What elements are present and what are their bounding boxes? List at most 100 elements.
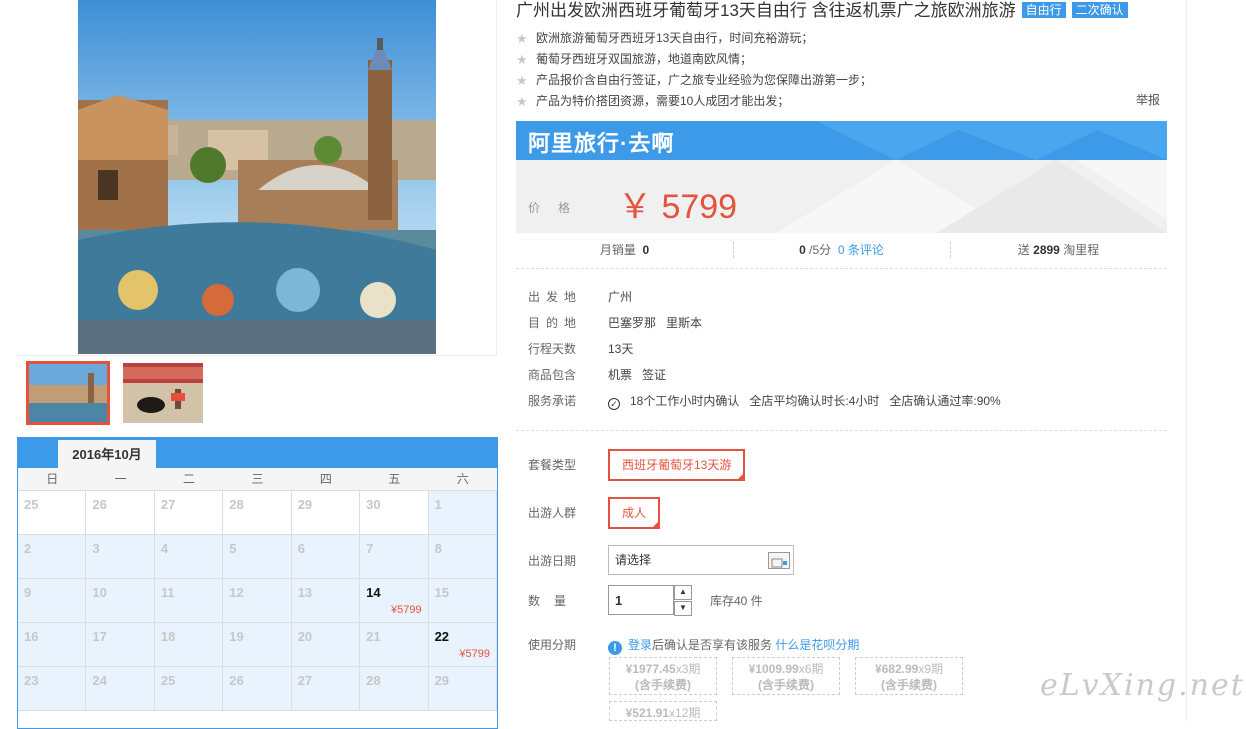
day-number: 16 [24, 629, 39, 644]
info-label: 服务承诺 [528, 394, 577, 408]
calendar-month-tab[interactable]: 2016年10月 [58, 440, 156, 468]
calendar-day: 6 [291, 535, 361, 579]
promise-item: 18个工作小时内确认 [630, 394, 740, 408]
installment-option-6[interactable]: ¥1009.99x6期 (含手续费) [732, 657, 840, 695]
quantity-label: 数量 [528, 594, 581, 608]
installment-option-9[interactable]: ¥682.99x9期 (含手续费) [855, 657, 963, 695]
promise-item: 全店确认通过率:90% [889, 394, 1001, 408]
info-value: 机票 签证 [608, 362, 676, 388]
package-option-selected[interactable]: 西班牙葡萄牙13天游 [608, 449, 746, 501]
calendar-day: 5 [223, 535, 292, 579]
feature-text: 欧洲旅游葡萄牙西班牙13天自由行，时间充裕游玩； [536, 31, 814, 45]
calendar-day-available[interactable]: 14 ¥5799 [360, 579, 429, 623]
reviews-link[interactable]: 0 条评论 [838, 243, 884, 257]
weekday-label: 日 [46, 472, 59, 486]
star-icon: ★ [516, 52, 528, 67]
calendar-day: 28 [223, 491, 292, 535]
info-label: 商品包含 [528, 368, 577, 382]
date-label: 出游日期 [528, 554, 577, 568]
calendar-day: 28 [360, 667, 429, 711]
day-number: 7 [366, 541, 374, 556]
weekday-label: 三 [251, 472, 264, 486]
main-product-image[interactable] [78, 0, 436, 354]
quantity-decrease-button[interactable]: ▼ [674, 601, 692, 616]
day-number: 5 [229, 541, 237, 556]
calendar-icon[interactable] [768, 552, 790, 569]
stock-text: 库存40 件 [710, 594, 763, 608]
calendar-day-available[interactable]: 22 ¥5799 [428, 623, 497, 667]
calendar-day: 4 [154, 535, 224, 579]
installment-amount: ¥521.91 [625, 706, 670, 720]
report-link[interactable]: 举报 [1136, 91, 1160, 108]
price-banner: 阿里旅行·去啊 价格 ￥ 5799 [516, 121, 1167, 233]
installment-fee: (含手续费) [758, 678, 814, 692]
quantity-increase-button[interactable]: ▲ [674, 585, 692, 600]
calendar-day: 2 [18, 535, 87, 579]
installment-option-12[interactable]: ¥521.91x12期 [609, 701, 717, 721]
quantity-input[interactable]: 1 [608, 585, 674, 615]
day-number: 6 [297, 541, 305, 556]
weekday-label: 六 [456, 472, 469, 486]
product-detail-column: 广州出发欧洲西班牙葡萄牙13天自由行 含往返机票广之旅欧洲旅游 自由行 二次确认 ★… [516, 0, 1168, 721]
day-number: 28 [229, 497, 244, 512]
day-number: 25 [24, 497, 39, 512]
installment-option-3[interactable]: ¥1977.45x3期 (含手续费) [609, 657, 717, 695]
calendar-day: 19 [223, 623, 292, 667]
calendar-day: 26 [223, 667, 292, 711]
day-number: 22 [434, 629, 450, 644]
day-number: 27 [297, 673, 313, 688]
day-number: 19 [229, 629, 244, 644]
watermark-logo: eLvXing.net [1040, 668, 1245, 703]
calendar-day: 29 [428, 667, 497, 711]
thumbnail-bullfight[interactable] [123, 363, 203, 423]
info-icon: ! [608, 641, 622, 655]
day-number: 25 [160, 673, 176, 688]
info-value: 13天 [608, 342, 634, 356]
day-number: 15 [434, 585, 450, 600]
installment-fee: (含手续费) [881, 678, 937, 692]
day-number: 28 [366, 673, 381, 688]
feature-item: ★ 产品为特价搭团资源，需要10人成团才能出发； [516, 91, 1168, 112]
feature-item: ★ 产品报价含自由行签证，广之旅专业经验为您保障出游第一步； [516, 70, 1168, 91]
traveler-option-text: 成人 [622, 506, 647, 520]
calendar-day: 26 [86, 491, 155, 535]
calendar-day: 17 [86, 623, 155, 667]
day-price: ¥5799 [390, 604, 422, 616]
day-number: 14 [366, 585, 381, 600]
section-divider [516, 430, 1167, 431]
info-value: 巴塞罗那 里斯本 [608, 310, 712, 336]
installment-amount: ¥1977.45 [625, 662, 676, 676]
traveler-option-selected[interactable]: 成人 [608, 497, 661, 549]
login-link[interactable]: 登录 [628, 638, 652, 652]
installment-period: x3期 [675, 662, 701, 676]
calendar-day: 3 [86, 535, 155, 579]
calendar-day: 18 [154, 623, 224, 667]
calendar-day: 1 [428, 491, 497, 535]
selected-corner-icon [651, 520, 661, 549]
installment-period: x12期 [669, 706, 701, 720]
day-number: 10 [92, 585, 107, 600]
calendar-icon-graphic [771, 558, 787, 568]
calendar-day: 16 [18, 623, 87, 667]
points-suffix: 淘里程 [1063, 243, 1100, 257]
package-option-text: 西班牙葡萄牙13天游 [622, 458, 732, 472]
price-label: 价格 [528, 201, 589, 215]
info-row-includes: 商品包含 机票 签证 [528, 362, 1168, 388]
info-row-departure: 出发地 广州 [528, 284, 1168, 310]
feature-text: 产品为特价搭团资源，需要10人成团才能出发； [536, 94, 790, 108]
star-icon: ★ [516, 31, 528, 46]
day-number: 11 [160, 585, 175, 600]
installment-label: 使用分期 [528, 638, 577, 652]
day-number: 21 [366, 629, 381, 644]
travel-date-input[interactable]: 请选择 [608, 545, 794, 575]
huabei-help-link[interactable]: 什么是花呗分期 [775, 638, 859, 652]
sales-stats: 月销量 0 0 /5分 0 条评论 送 2899 淘里程 [516, 236, 1167, 269]
weekday-label: 一 [114, 472, 127, 486]
rating-summary: 0 /5分 0 条评论 [733, 236, 950, 268]
calendar-weekdays: 日 一 二 三 四 五 六 [18, 468, 497, 491]
info-label: 目的地 [528, 316, 583, 330]
thumbnail-park-guell[interactable] [26, 361, 110, 425]
installment-note-text: 后确认是否享有该服务 [652, 638, 773, 652]
check-circle-icon: ✓ [608, 398, 620, 410]
calendar-day: 27 [154, 491, 224, 535]
